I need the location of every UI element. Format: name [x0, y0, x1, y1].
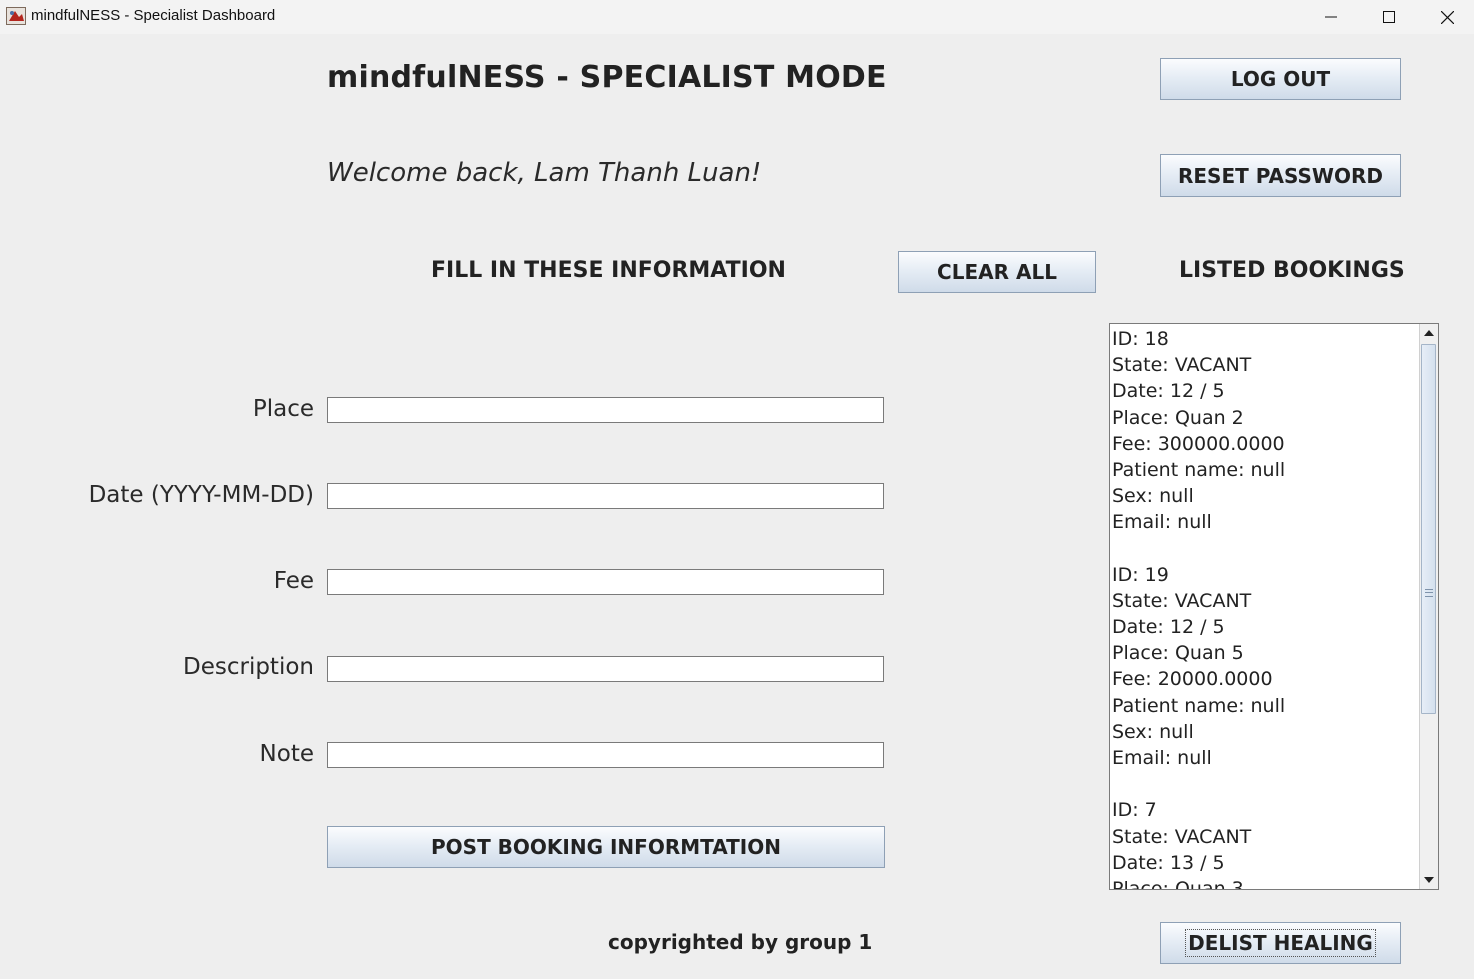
scroll-thumb[interactable] [1421, 344, 1436, 714]
form-title: FILL IN THESE INFORMATION [431, 258, 786, 283]
fee-label: Fee [273, 568, 314, 594]
bookings-title: LISTED BOOKINGS [1179, 258, 1405, 283]
booking-line: Fee: 20000.0000 [1112, 668, 1273, 691]
booking-line: Place: Quan 3 [1112, 877, 1244, 890]
window-titlebar: mindfulNESS - Specialist Dashboard [0, 0, 1474, 34]
place-input[interactable] [327, 397, 884, 423]
post-booking-button[interactable]: POST BOOKING INFORMTATION [327, 826, 885, 868]
booking-line: Patient name: null [1112, 694, 1286, 717]
booking-line: ID: 19 [1112, 563, 1169, 586]
description-input[interactable] [327, 656, 884, 682]
maximize-icon [1383, 11, 1395, 23]
grip-icon [1425, 589, 1433, 597]
fee-input[interactable] [327, 569, 884, 595]
note-input[interactable] [327, 742, 884, 768]
booking-line: State: VACANT [1112, 589, 1252, 612]
window-title: mindfulNESS - Specialist Dashboard [31, 7, 276, 24]
description-label: Description [183, 654, 314, 680]
bookings-scrollbar[interactable] [1419, 324, 1438, 889]
copyright-text: copyrighted by group 1 [608, 930, 873, 954]
page-title: mindfulNESS - SPECIALIST MODE [327, 60, 887, 95]
booking-line: Sex: null [1112, 720, 1194, 743]
date-label: Date (YYYY-MM-DD) [88, 482, 314, 508]
bookings-list[interactable]: ID: 18 State: VACANT Date: 12 / 5 Place: Qu… [1109, 323, 1439, 890]
reset-password-button[interactable]: RESET PASSWORD [1160, 154, 1401, 197]
chevron-down-icon [1424, 877, 1434, 883]
booking-separator [1112, 536, 1420, 562]
booking-separator [1112, 771, 1420, 797]
minimize-button[interactable] [1302, 0, 1360, 34]
clear-all-button[interactable]: CLEAR ALL [898, 251, 1096, 293]
chevron-up-icon [1424, 330, 1434, 336]
scroll-down-button[interactable] [1420, 871, 1438, 889]
date-input[interactable] [327, 483, 884, 509]
booking-line: Date: 12 / 5 [1112, 616, 1225, 639]
java-app-icon [6, 7, 26, 25]
logout-button[interactable]: LOG OUT [1160, 58, 1401, 100]
minimize-icon [1325, 16, 1337, 18]
booking-line: State: VACANT [1112, 354, 1252, 377]
delist-healing-button[interactable]: DELIST HEALING [1160, 922, 1401, 964]
delist-healing-label: DELIST HEALING [1185, 929, 1376, 957]
booking-line: Date: 12 / 5 [1112, 380, 1225, 403]
booking-line: Email: null [1112, 747, 1212, 769]
place-label: Place [252, 396, 314, 422]
booking-line: ID: 7 [1112, 799, 1157, 822]
welcome-message: Welcome back, Lam Thanh Luan! [327, 158, 762, 188]
close-icon [1440, 10, 1454, 24]
bookings-text: ID: 18 State: VACANT Date: 12 / 5 Place: Qu… [1112, 326, 1420, 890]
booking-line: ID: 18 [1112, 328, 1169, 350]
booking-line: Place: Quan 2 [1112, 406, 1244, 429]
booking-line: Email: null [1112, 511, 1212, 534]
booking-line: Fee: 300000.0000 [1112, 432, 1285, 455]
booking-line: Place: Quan 5 [1112, 642, 1244, 665]
maximize-button[interactable] [1360, 0, 1418, 34]
scroll-up-button[interactable] [1420, 324, 1438, 342]
booking-line: Date: 13 / 5 [1112, 851, 1225, 874]
note-label: Note [259, 741, 314, 767]
booking-line: State: VACANT [1112, 825, 1252, 848]
booking-line: Sex: null [1112, 485, 1194, 508]
booking-line: Patient name: null [1112, 458, 1286, 481]
close-button[interactable] [1418, 0, 1474, 34]
